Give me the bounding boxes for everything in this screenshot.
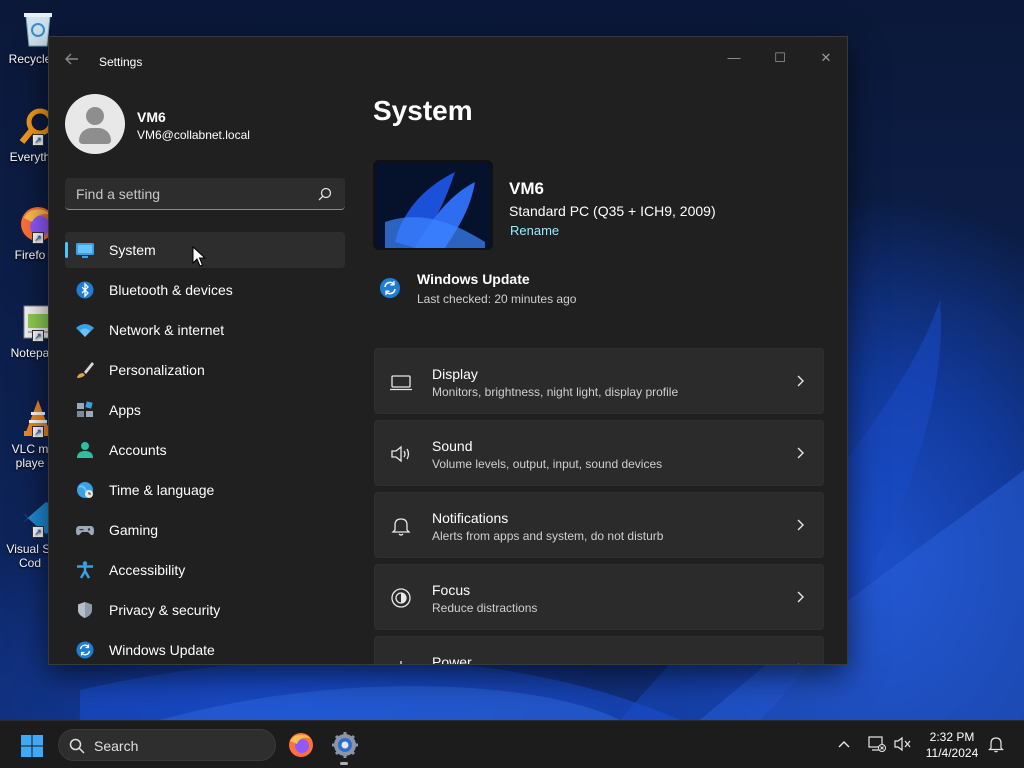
taskbar-search-box[interactable]: Search xyxy=(58,729,276,761)
card-power[interactable]: Power xyxy=(374,636,824,664)
search-input[interactable] xyxy=(65,178,315,209)
close-button[interactable]: ✕ xyxy=(803,43,847,73)
apps-icon xyxy=(77,401,93,417)
maximize-button[interactable]: ☐ xyxy=(757,43,803,73)
sidebar-item-windows-update[interactable]: Windows Update xyxy=(65,632,345,664)
speaker-icon xyxy=(391,445,410,463)
notification-bell-icon[interactable] xyxy=(988,736,1004,753)
taskbar-settings-gear-icon[interactable] xyxy=(331,731,359,759)
gamepad-icon xyxy=(76,526,94,536)
shortcut-arrow-icon: ↗ xyxy=(32,134,44,146)
shortcut-arrow-icon: ↗ xyxy=(32,426,44,438)
avatar-head xyxy=(86,107,104,125)
monitor-icon xyxy=(76,243,94,258)
mouse-cursor-icon xyxy=(192,246,206,267)
taskbar-clock[interactable]: 2:32 PM 11/4/2024 xyxy=(920,729,984,761)
chevron-right-icon xyxy=(797,447,804,459)
sidebar-nav: System Bluetooth & devices Network & int… xyxy=(65,232,345,664)
profile-email: VM6@collabnet.local xyxy=(137,128,250,142)
update-icon xyxy=(76,641,94,659)
card-notifications[interactable]: Notifications Alerts from apps and syste… xyxy=(374,492,824,558)
windows-update-title[interactable]: Windows Update xyxy=(417,271,530,287)
taskbar: Search 2:32 PM 11/4/2024 xyxy=(0,720,1024,768)
focus-icon xyxy=(391,588,411,608)
chevron-right-icon xyxy=(798,663,799,664)
sidebar-item-apps[interactable]: Apps xyxy=(65,392,345,428)
person-icon xyxy=(77,442,93,458)
sidebar-item-privacy[interactable]: Privacy & security xyxy=(65,592,345,628)
shortcut-arrow-icon: ↗ xyxy=(32,232,44,244)
back-button[interactable] xyxy=(61,51,83,73)
windows-update-last-checked: Last checked: 20 minutes ago xyxy=(417,292,577,306)
sidebar-item-gaming[interactable]: Gaming xyxy=(65,512,345,548)
bell-icon xyxy=(391,518,411,536)
device-name: VM6 xyxy=(509,179,544,198)
power-icon xyxy=(400,661,402,664)
brush-icon xyxy=(77,362,94,378)
device-wallpaper-thumbnail xyxy=(373,160,493,250)
profile-name: VM6 xyxy=(137,109,166,125)
bluetooth-icon xyxy=(76,281,94,299)
windows-update-status-icon[interactable] xyxy=(379,277,401,299)
taskbar-firefox-icon[interactable] xyxy=(287,731,315,759)
minimize-button[interactable]: — xyxy=(711,43,757,73)
card-display[interactable]: Display Monitors, brightness, night ligh… xyxy=(374,348,824,414)
card-sound[interactable]: Sound Volume levels, output, input, soun… xyxy=(374,420,824,486)
clock-time: 2:32 PM xyxy=(929,730,975,744)
network-icon[interactable] xyxy=(868,735,886,753)
page-title: System xyxy=(373,95,473,126)
settings-card-list: Display Monitors, brightness, night ligh… xyxy=(374,348,824,664)
search-icon xyxy=(69,738,85,754)
globe-clock-icon xyxy=(77,482,93,498)
rename-link[interactable]: Rename xyxy=(510,223,559,238)
card-focus[interactable]: Focus Reduce distractions xyxy=(374,564,824,630)
settings-window: Settings — ☐ ✕ VM6 VM6@collabnet.local S… xyxy=(48,36,848,665)
accessibility-icon xyxy=(77,561,93,579)
sidebar-item-personalization[interactable]: Personalization xyxy=(65,352,345,388)
chevron-right-icon xyxy=(797,375,804,387)
title-bar[interactable]: Settings — ☐ ✕ xyxy=(49,37,847,85)
device-model: Standard PC (Q35 + ICH9, 2009) xyxy=(509,203,716,219)
volume-muted-icon[interactable] xyxy=(894,736,912,752)
sidebar-item-accessibility[interactable]: Accessibility xyxy=(65,552,345,588)
active-app-indicator xyxy=(340,762,348,765)
shortcut-arrow-icon: ↗ xyxy=(32,526,44,538)
search-icon[interactable] xyxy=(317,186,333,202)
avatar[interactable] xyxy=(65,94,125,154)
shortcut-arrow-icon: ↗ xyxy=(32,330,44,342)
display-icon xyxy=(390,375,412,391)
arrow-left-icon xyxy=(65,53,78,65)
find-setting-box[interactable] xyxy=(65,178,345,210)
clock-date: 11/4/2024 xyxy=(925,746,979,760)
windows-bloom-image xyxy=(375,162,491,248)
chevron-up-icon[interactable] xyxy=(836,736,852,752)
sidebar-item-network[interactable]: Network & internet xyxy=(65,312,345,348)
sidebar-item-accounts[interactable]: Accounts xyxy=(65,432,345,468)
windows-start-icon[interactable] xyxy=(20,734,44,758)
shield-icon xyxy=(78,602,92,618)
sidebar-item-time-language[interactable]: Time & language xyxy=(65,472,345,508)
sidebar-item-bluetooth[interactable]: Bluetooth & devices xyxy=(65,272,345,308)
chevron-right-icon xyxy=(797,519,804,531)
avatar-body xyxy=(79,128,111,144)
window-title: Settings xyxy=(99,55,143,69)
wifi-icon xyxy=(76,324,94,337)
chevron-right-icon xyxy=(797,591,804,603)
